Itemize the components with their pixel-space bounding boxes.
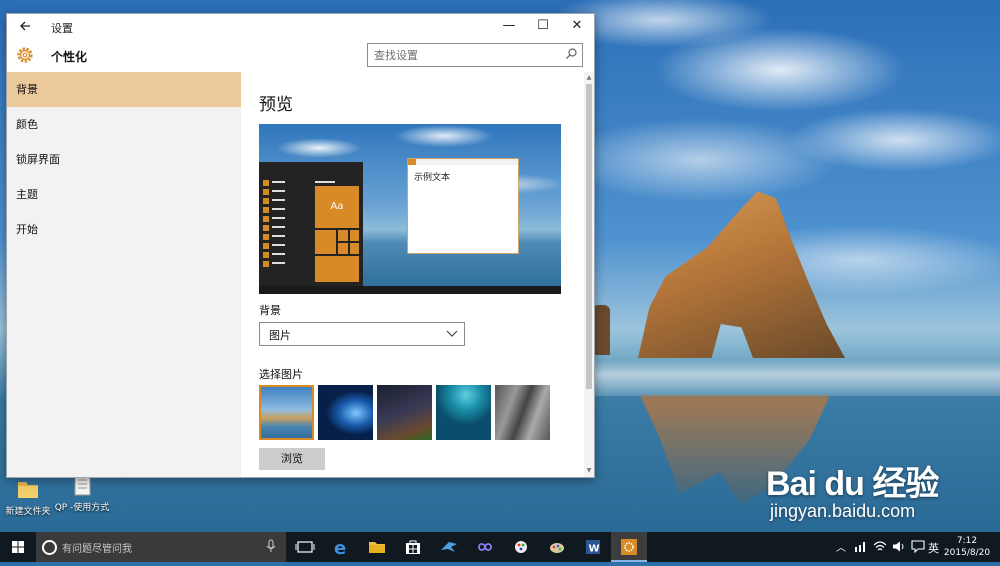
maximize-button[interactable]: ☐ (526, 14, 560, 38)
sidebar-item-background[interactable]: 背景 (7, 72, 241, 107)
task-view-button[interactable] (287, 532, 323, 562)
background-type-dropdown[interactable]: 图片 (259, 322, 465, 346)
preview-app-icons (263, 180, 269, 270)
title-bar[interactable]: 设置 — ☐ ✕ (7, 14, 594, 38)
task-view-icon (295, 541, 315, 553)
choose-picture-label: 选择图片 (259, 368, 303, 381)
thumbnail-rock-texture[interactable] (495, 385, 550, 440)
close-button[interactable]: ✕ (560, 14, 594, 38)
content-scrollbar[interactable]: ▲ ▼ (584, 72, 594, 477)
taskbar-app-paint3d[interactable] (503, 532, 539, 562)
scrollbar-thumb[interactable] (586, 84, 592, 389)
desktop-icon-folder[interactable]: 新建文件夹 (0, 478, 56, 518)
watermark-logo: Bai du 经验 (766, 465, 939, 503)
chevron-down-icon (446, 330, 458, 337)
svg-text:e: e (334, 538, 346, 559)
taskbar-app-word[interactable]: W (575, 532, 611, 562)
sidebar: 背景 颜色 锁屏界面 主题 开始 (7, 72, 241, 477)
wifi-icon[interactable] (873, 540, 887, 553)
system-tray: ︿ 英 7:12 2015/8/20 (800, 532, 1000, 562)
taskbar-clock[interactable]: 7:12 2015/8/20 (942, 535, 992, 559)
taskbar-app-settings[interactable] (611, 532, 647, 562)
preview-sample-window: 示例文本 (407, 158, 519, 254)
preview-tile-grid (315, 230, 359, 282)
preview-heading: 预览 (259, 95, 293, 115)
paint-icon (550, 543, 564, 553)
dropdown-value: 图片 (269, 329, 291, 342)
sidebar-item-colors[interactable]: 颜色 (7, 107, 241, 142)
taskbar: 有问题尽管问我 e W ︿ 英 7:12 2015/8/20 (0, 532, 1000, 562)
preview-app-list (272, 181, 285, 271)
taskbar-search-placeholder: 有问题尽管问我 (62, 544, 132, 555)
input-method-indicator[interactable]: 英 (928, 540, 939, 556)
edge-icon: e (334, 538, 346, 559)
start-button[interactable] (0, 532, 36, 562)
bird-app-icon (441, 542, 457, 552)
settings-window: 设置 — ☐ ✕ 个性化 背景 颜色 锁屏界面 主题 开始 预览 (6, 13, 595, 478)
wallpaper-surf (594, 360, 1000, 396)
browse-button[interactable]: 浏览 (259, 448, 325, 470)
clock-time: 7:12 (956, 536, 978, 546)
thumbnail-beach-arch[interactable] (259, 385, 314, 440)
background-preview: Aa 示例文本 (259, 124, 561, 294)
network-status-icon[interactable] (854, 541, 868, 553)
folder-icon (18, 482, 38, 498)
windows-logo-icon (12, 541, 24, 553)
preview-tile-large: Aa (315, 186, 359, 228)
main-content: 预览 Aa 示例文本 背景 图片 选择图片 浏览 (241, 72, 584, 477)
desktop-icon-label: 新建文件夹 (5, 507, 51, 517)
preview-start-menu: Aa (259, 162, 363, 286)
watermark-url: jingyan.baidu.com (770, 501, 916, 521)
scroll-down-icon[interactable]: ▼ (585, 467, 593, 475)
sidebar-item-lock-screen[interactable]: 锁屏界面 (7, 142, 241, 177)
preview-tile-header (315, 181, 335, 183)
taskbar-app-edge[interactable]: e (323, 532, 359, 562)
page-title: 个性化 (51, 50, 88, 64)
thumbnail-night-sky[interactable] (377, 385, 432, 440)
desktop-icon-document[interactable]: QP -使用方式 (54, 474, 110, 514)
thumbnail-underwater[interactable] (436, 385, 491, 440)
cortana-icon (42, 540, 57, 555)
background-label: 背景 (259, 304, 281, 317)
svg-text:W: W (589, 544, 600, 555)
taskbar-app-explorer[interactable] (359, 532, 395, 562)
taskbar-app-paint[interactable] (539, 532, 575, 562)
infinity-app-icon (478, 543, 492, 551)
settings-gear-icon (621, 539, 637, 555)
word-icon: W (586, 540, 600, 555)
settings-header: 个性化 (7, 38, 594, 72)
sidebar-item-start[interactable]: 开始 (7, 212, 241, 247)
volume-icon[interactable] (892, 540, 906, 553)
search-icon[interactable] (565, 47, 578, 60)
scroll-up-icon[interactable]: ▲ (585, 74, 593, 82)
taskbar-app-store[interactable] (395, 532, 431, 562)
chevron-up-icon[interactable]: ︿ (836, 539, 846, 554)
gear-icon (17, 47, 33, 63)
file-explorer-icon (369, 542, 385, 553)
minimize-button[interactable]: — (492, 14, 526, 38)
taskbar-search[interactable]: 有问题尽管问我 (36, 532, 286, 562)
window-title: 设置 (51, 22, 73, 35)
search-box[interactable] (367, 43, 583, 67)
preview-taskbar (259, 286, 561, 294)
palette-app-icon (515, 541, 527, 553)
microphone-icon[interactable] (266, 539, 276, 553)
thumbnail-windows-light[interactable] (318, 385, 373, 440)
desktop-icon-label: QP -使用方式 (54, 503, 110, 513)
sidebar-item-themes[interactable]: 主题 (7, 177, 241, 212)
taskbar-app-infinity[interactable] (467, 532, 503, 562)
clock-date: 2015/8/20 (943, 548, 991, 558)
baidu-watermark: Bai du 经验 jingyan.baidu.com (766, 456, 939, 522)
search-input[interactable] (368, 45, 564, 66)
back-arrow-icon[interactable] (19, 20, 31, 32)
action-center-icon[interactable] (911, 540, 925, 553)
preview-sample-text: 示例文本 (414, 173, 451, 183)
taskbar-app-bird[interactable] (431, 532, 467, 562)
store-icon (406, 540, 420, 554)
